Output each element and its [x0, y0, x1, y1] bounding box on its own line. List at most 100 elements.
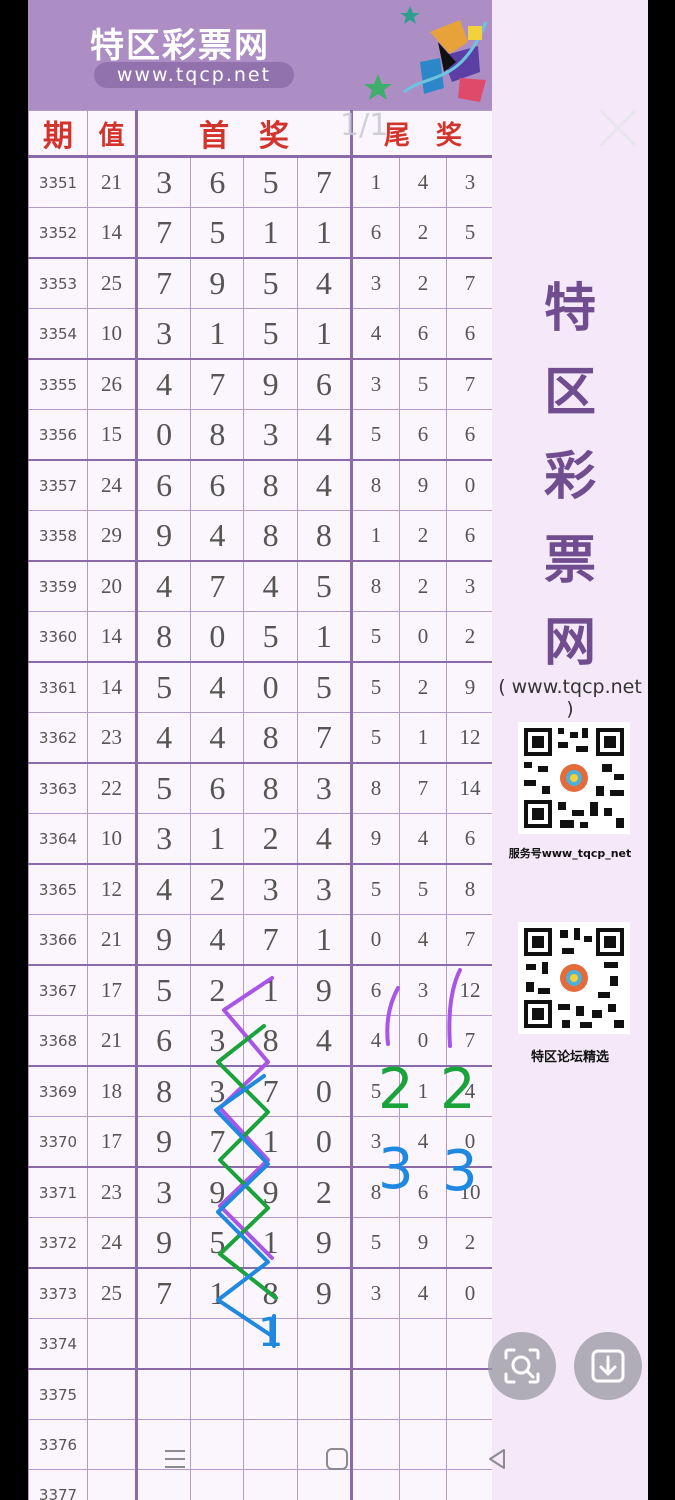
first-prize-digit: 9 [134, 510, 192, 562]
close-button[interactable] [596, 106, 640, 150]
tail-prize-digit: 2 [399, 661, 447, 713]
tail-prize-digit: 5 [399, 358, 447, 410]
header-first-prize: 首 奖 [135, 110, 352, 158]
tail-prize-digit: 8 [446, 863, 494, 915]
value-cell: 18 [87, 1065, 137, 1117]
side-url: ( www.tqcp.net ) [498, 676, 642, 720]
value-cell: 24 [87, 1217, 137, 1269]
tail-prize-digit: 1 [399, 712, 447, 764]
first-prize-digit: 7 [243, 914, 298, 966]
first-prize-digit: 4 [296, 409, 353, 461]
first-prize-digit: 3 [243, 409, 298, 461]
first-prize-digit: 2 [190, 863, 245, 915]
period-cell: 3370 [28, 1116, 88, 1168]
table-row: 3359 20 4 7 4 5 8 2 3 [28, 560, 494, 612]
tail-prize-digit: 3 [446, 560, 494, 612]
first-prize-digit: 1 [296, 611, 353, 663]
value-cell: 23 [87, 712, 137, 764]
period-cell: 3376 [28, 1419, 88, 1470]
period-cell: 3353 [28, 257, 88, 309]
table-row: 3353 25 7 9 5 4 3 2 7 [28, 257, 494, 309]
side-char-4: 票 [543, 531, 596, 591]
tail-prize-digit: 5 [350, 1217, 400, 1269]
first-prize-digit: 5 [296, 661, 353, 713]
first-prize-digit: 2 [190, 964, 245, 1016]
first-prize-digit: 3 [296, 863, 353, 915]
first-prize-digit [134, 1318, 192, 1370]
period-cell: 3365 [28, 863, 88, 915]
first-prize-digit: 0 [296, 1116, 353, 1168]
first-prize-digit: 1 [243, 1217, 298, 1269]
value-cell: 21 [87, 914, 137, 966]
first-prize-digit [190, 1368, 245, 1420]
tail-prize-digit [446, 1469, 494, 1500]
first-prize-digit: 1 [243, 207, 298, 259]
table-row: 3358 29 9 4 8 8 1 2 6 [28, 510, 494, 562]
back-icon[interactable] [484, 1446, 510, 1472]
first-prize-digit: 7 [134, 257, 192, 309]
first-prize-digit: 3 [134, 308, 192, 360]
tail-prize-digit: 6 [399, 409, 447, 461]
value-cell: 12 [87, 863, 137, 915]
value-cell: 10 [87, 813, 137, 865]
table-row: 3373 25 7 1 8 9 3 4 0 [28, 1267, 494, 1319]
first-prize-digit: 5 [134, 661, 192, 713]
period-cell: 3373 [28, 1267, 88, 1319]
value-cell [87, 1469, 137, 1500]
first-prize-digit: 8 [134, 1065, 192, 1117]
tail-prize-digit: 0 [446, 459, 494, 511]
tail-prize-digit: 2 [399, 560, 447, 612]
tail-prize-digit: 4 [446, 1065, 494, 1117]
first-prize-digit: 8 [134, 611, 192, 663]
first-prize-digit: 4 [134, 560, 192, 612]
table-row: 3376 [28, 1419, 494, 1470]
period-cell: 3366 [28, 914, 88, 966]
period-cell: 3359 [28, 560, 88, 612]
value-cell: 17 [87, 1116, 137, 1168]
side-char-2: 区 [543, 363, 596, 423]
tail-prize-digit: 6 [350, 207, 400, 259]
first-prize-digit [243, 1419, 298, 1470]
first-prize-digit: 0 [134, 409, 192, 461]
tail-prize-digit: 3 [399, 964, 447, 1016]
first-prize-digit: 4 [296, 257, 353, 309]
tail-prize-digit: 9 [399, 1217, 447, 1269]
tail-prize-digit: 5 [399, 863, 447, 915]
first-prize-digit: 6 [190, 762, 245, 814]
logo-banner: 特区彩票网 www.tqcp.net [28, 0, 492, 110]
table-row: 3377 [28, 1469, 494, 1500]
header-period: 期 [28, 110, 88, 158]
tail-prize-digit: 1 [350, 510, 400, 562]
value-cell [87, 1368, 137, 1420]
tail-prize-digit: 6 [399, 308, 447, 360]
tail-prize-digit [350, 1368, 400, 1420]
first-prize-digit: 8 [243, 1267, 298, 1319]
first-prize-digit [243, 1318, 298, 1370]
period-cell: 3352 [28, 207, 88, 259]
period-cell: 3360 [28, 611, 88, 663]
first-prize-digit: 5 [190, 207, 245, 259]
value-cell: 14 [87, 661, 137, 713]
first-prize-digit: 4 [296, 459, 353, 511]
scan-search-button[interactable] [488, 1332, 556, 1400]
value-cell: 15 [87, 409, 137, 461]
table-row: 3352 14 7 5 1 1 6 2 5 [28, 207, 494, 259]
first-prize-digit: 7 [190, 358, 245, 410]
home-icon[interactable] [324, 1446, 350, 1472]
first-prize-digit [243, 1368, 298, 1420]
first-prize-digit: 8 [296, 510, 353, 562]
first-prize-digit: 3 [243, 863, 298, 915]
value-cell: 24 [87, 459, 137, 511]
first-prize-digit: 5 [190, 1217, 245, 1269]
download-button[interactable] [574, 1332, 642, 1400]
value-cell: 20 [87, 560, 137, 612]
tail-prize-digit: 9 [350, 813, 400, 865]
menu-icon[interactable] [162, 1446, 188, 1472]
tail-prize-digit: 7 [446, 1015, 494, 1067]
first-prize-digit: 1 [243, 964, 298, 1016]
period-cell: 3357 [28, 459, 88, 511]
tail-prize-digit: 6 [446, 813, 494, 865]
tail-prize-digit: 2 [399, 207, 447, 259]
tail-prize-digit: 9 [399, 459, 447, 511]
tail-prize-digit: 2 [399, 510, 447, 562]
